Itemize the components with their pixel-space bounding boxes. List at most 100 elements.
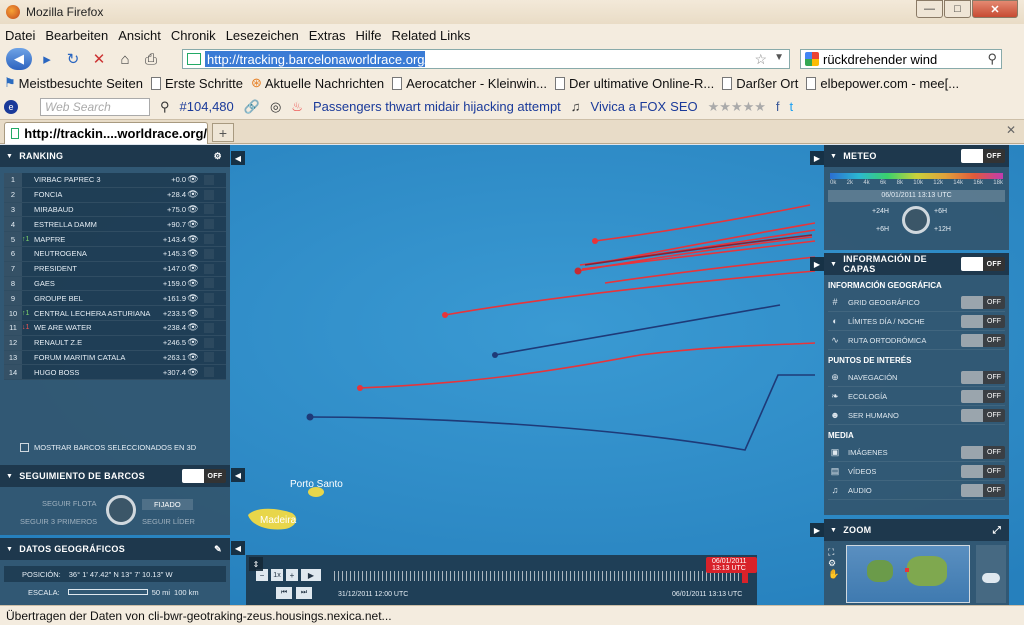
- back-button[interactable]: ◀: [6, 48, 32, 70]
- eye-icon[interactable]: 👁: [186, 219, 200, 230]
- collapse-left-icon[interactable]: ◀: [231, 541, 245, 555]
- eye-icon[interactable]: 👁: [186, 263, 200, 274]
- close-tab-icon[interactable]: ✕: [1006, 123, 1016, 137]
- layer-toggle[interactable]: OFF: [961, 314, 1005, 328]
- layer-toggle[interactable]: OFF: [961, 333, 1005, 347]
- bell-icon[interactable]: ♫: [571, 99, 581, 114]
- ranking-row[interactable]: 13 FORUM MARITIM CATALA +263.1 👁: [4, 350, 226, 366]
- ranking-row[interactable]: 2 FONCIA +28.4 👁: [4, 187, 226, 203]
- ranking-row[interactable]: 4 ESTRELLA DAMM +90.7 👁: [4, 217, 226, 233]
- select-checkbox[interactable]: [204, 248, 214, 259]
- menu-chronik[interactable]: Chronik: [171, 28, 216, 43]
- menu-datei[interactable]: Datei: [5, 28, 35, 43]
- maximize-button[interactable]: □: [944, 0, 971, 18]
- select-checkbox[interactable]: [204, 293, 214, 304]
- layer-ecology[interactable]: ❧ ECOLOGÍA OFF: [828, 387, 1005, 406]
- addon-logo-icon[interactable]: e: [4, 99, 18, 114]
- select-checkbox[interactable]: [204, 322, 214, 333]
- layer-toggle[interactable]: OFF: [961, 445, 1005, 459]
- minimize-button[interactable]: —: [916, 0, 943, 18]
- target-icon[interactable]: ◎: [270, 99, 281, 115]
- search-icon[interactable]: ⚲: [160, 99, 170, 115]
- layer-videos[interactable]: ▤ VÍDEOS OFF: [828, 462, 1005, 481]
- search-icon[interactable]: ⚲: [987, 51, 997, 67]
- tracking-map-view[interactable]: Porto Santo Madeira ▼ RANKING ⚙ 1 VIRBAC …: [0, 145, 1024, 605]
- boat-marker[interactable]: [574, 267, 582, 275]
- tracking-toggle[interactable]: OFF: [182, 469, 226, 483]
- select-checkbox[interactable]: [204, 308, 214, 319]
- layer-grid[interactable]: # GRID GEOGRÁFICO OFF: [828, 293, 1005, 312]
- bookmark-item[interactable]: ⊛ Aktuelle Nachrichten: [251, 75, 384, 91]
- meteo-time-option[interactable]: +6H: [876, 226, 889, 233]
- ranking-row[interactable]: 14 HUGO BOSS +307.4 👁: [4, 365, 226, 381]
- fixed-option[interactable]: FIJADO: [142, 499, 193, 510]
- web-search-input[interactable]: Web Search: [40, 97, 150, 116]
- menu-hilfe[interactable]: Hilfe: [356, 28, 382, 43]
- world-minimap[interactable]: [846, 545, 970, 603]
- show-3d-option[interactable]: MOSTRAR BARCOS SELECCIONADOS EN 3D: [20, 443, 196, 452]
- layer-toggle[interactable]: OFF: [961, 408, 1005, 422]
- ranking-row[interactable]: 8 GAES +159.0 👁: [4, 276, 226, 292]
- select-checkbox[interactable]: [204, 219, 214, 230]
- bookmark-item[interactable]: ⚑ Meistbesuchte Seiten: [4, 75, 143, 91]
- layer-audio[interactable]: ♫ AUDIO OFF: [828, 481, 1005, 500]
- ranking-row[interactable]: 6 NEUTROGENA +145.3 👁: [4, 246, 226, 262]
- zoom-slider-handle[interactable]: [982, 573, 1000, 583]
- boat-marker[interactable]: [442, 312, 448, 318]
- collapse-triangle-icon[interactable]: ▼: [6, 546, 13, 553]
- follow-top3-option[interactable]: SEGUIR 3 PRIMEROS: [20, 517, 97, 526]
- search-input[interactable]: [823, 51, 983, 67]
- menu-related-links[interactable]: Related Links: [392, 28, 471, 43]
- tracking-header[interactable]: ▼ SEGUIMIENTO DE BARCOS OFF: [0, 465, 230, 487]
- forward-button[interactable]: ▸: [36, 48, 58, 70]
- layers-toggle[interactable]: OFF: [961, 257, 1005, 271]
- vivica-link[interactable]: Vivica a FOX: [591, 99, 667, 114]
- bookmark-item[interactable]: Darßer Ort: [722, 76, 798, 91]
- eye-icon[interactable]: 👁: [186, 352, 200, 363]
- ranking-row[interactable]: 10 ↑1 CENTRAL LECHERA ASTURIANA +233.5 👁: [4, 306, 226, 321]
- select-checkbox[interactable]: [204, 367, 214, 378]
- collapse-left-icon[interactable]: ◀: [231, 151, 245, 165]
- follow-fleet-option[interactable]: SEGUIR FLOTA: [42, 499, 96, 508]
- headline-link[interactable]: Passengers thwart midair hijacking attem…: [313, 99, 561, 114]
- hand-icon[interactable]: ✋: [828, 569, 839, 580]
- layer-navigation[interactable]: ⊕ NAVEGACIÓN OFF: [828, 368, 1005, 387]
- layer-images[interactable]: ▣ IMÁGENES OFF: [828, 443, 1005, 462]
- collapse-right-icon[interactable]: ▶: [810, 257, 824, 271]
- zoom-header[interactable]: ▼ ZOOM ⤢: [824, 519, 1009, 541]
- boat-marker[interactable]: [357, 385, 363, 391]
- eye-icon[interactable]: 👁: [186, 278, 200, 289]
- ranking-header[interactable]: ▼ RANKING ⚙: [0, 145, 230, 167]
- bookmark-item[interactable]: Erste Schritte: [150, 76, 243, 91]
- collapse-triangle-icon[interactable]: ▼: [6, 473, 13, 480]
- tab-tracking[interactable]: http://trackin....worldrace.org/: [4, 122, 208, 144]
- collapse-triangle-icon[interactable]: ▼: [830, 261, 837, 268]
- select-checkbox[interactable]: [204, 204, 214, 215]
- layer-toggle[interactable]: OFF: [961, 295, 1005, 309]
- boat-marker[interactable]: [592, 238, 598, 244]
- layer-toggle[interactable]: OFF: [961, 370, 1005, 384]
- bookmark-item[interactable]: Der ultimative Online-R...: [555, 76, 714, 91]
- url-dropdown-icon[interactable]: ▼: [774, 52, 784, 63]
- speed-button[interactable]: 1x: [271, 569, 283, 581]
- fire-icon[interactable]: ♨: [291, 99, 303, 115]
- eye-icon[interactable]: 👁: [186, 322, 200, 333]
- eye-icon[interactable]: 👁: [186, 174, 200, 185]
- show-3d-checkbox[interactable]: [20, 443, 29, 452]
- select-checkbox[interactable]: [204, 263, 214, 274]
- meteo-dial-knob[interactable]: [902, 206, 930, 234]
- zoom-region-icon[interactable]: ⛶: [828, 547, 839, 558]
- boat-marker[interactable]: [306, 413, 314, 421]
- url-bar[interactable]: ☆ ▼: [182, 49, 790, 69]
- expand-timeline-icon[interactable]: ⇕: [249, 557, 263, 571]
- layer-toggle[interactable]: OFF: [961, 389, 1005, 403]
- menu-bearbeiten[interactable]: Bearbeiten: [45, 28, 108, 43]
- seo-link[interactable]: SEO: [670, 99, 697, 114]
- facebook-icon[interactable]: f: [776, 99, 780, 114]
- eye-icon[interactable]: 👁: [186, 293, 200, 304]
- fullscreen-icon[interactable]: ⤢: [993, 525, 1001, 536]
- meteo-time-option[interactable]: +6H: [934, 208, 947, 215]
- step-back-button[interactable]: ⏮: [276, 587, 292, 599]
- select-checkbox[interactable]: [204, 278, 214, 289]
- home-button[interactable]: ⌂: [114, 48, 136, 70]
